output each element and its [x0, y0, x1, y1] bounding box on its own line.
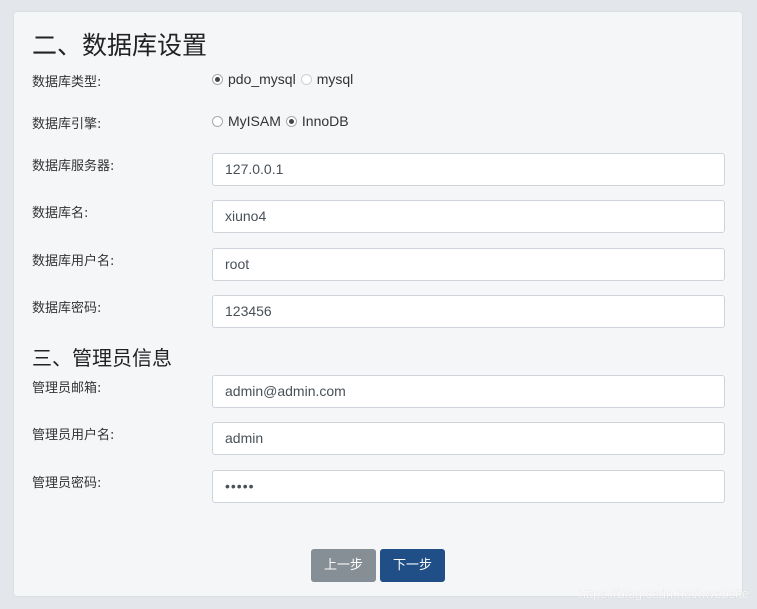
next-step-button[interactable]: 下一步 [380, 549, 445, 582]
db-type-pdo-mysql-label[interactable]: pdo_mysql [228, 71, 296, 87]
admin-username-input[interactable]: admin [212, 422, 725, 455]
db-password-label: 数据库密码: [32, 301, 102, 316]
admin-password-label: 管理员密码: [32, 476, 102, 491]
db-host-input[interactable]: 127.0.0.1 [212, 153, 725, 186]
db-type-label: 数据库类型: [32, 75, 102, 90]
admin-username-label: 管理员用户名: [32, 428, 115, 443]
prev-step-button[interactable]: 上一步 [311, 549, 376, 582]
db-type-mysql-label[interactable]: mysql [317, 71, 354, 87]
admin-email-label: 管理员邮箱: [32, 381, 102, 396]
db-engine-radio-group: MyISAM InnoDB [212, 111, 354, 131]
db-engine-myisam-label[interactable]: MyISAM [228, 113, 281, 129]
admin-section-title: 三、管理员信息 [32, 346, 172, 370]
db-engine-innodb-radio[interactable] [285, 115, 297, 127]
admin-password-input[interactable]: ••••• [212, 470, 725, 503]
db-type-mysql-radio[interactable] [300, 73, 312, 85]
admin-email-input[interactable]: admin@admin.com [212, 375, 725, 408]
db-engine-innodb-label[interactable]: InnoDB [302, 113, 349, 129]
db-engine-myisam-radio[interactable] [212, 115, 223, 127]
db-engine-label: 数据库引擎: [32, 117, 102, 132]
db-password-input[interactable]: 123456 [212, 295, 725, 328]
install-form-card: 二、数据库设置 数据库类型: pdo_mysql mysql 数据库引擎: My… [14, 12, 742, 596]
db-section-title: 二、数据库设置 [32, 31, 208, 60]
db-name-input[interactable]: xiuno4 [212, 200, 725, 233]
db-type-radio-group: pdo_mysql mysql [212, 69, 358, 89]
db-user-label: 数据库用户名: [32, 254, 115, 269]
db-name-label: 数据库名: [32, 206, 89, 221]
watermark-text: https://blog.csdn.net/xwebsite [578, 586, 749, 601]
db-host-label: 数据库服务器: [32, 159, 115, 174]
db-user-input[interactable]: root [212, 248, 725, 281]
db-type-pdo-mysql-radio[interactable] [212, 73, 223, 85]
